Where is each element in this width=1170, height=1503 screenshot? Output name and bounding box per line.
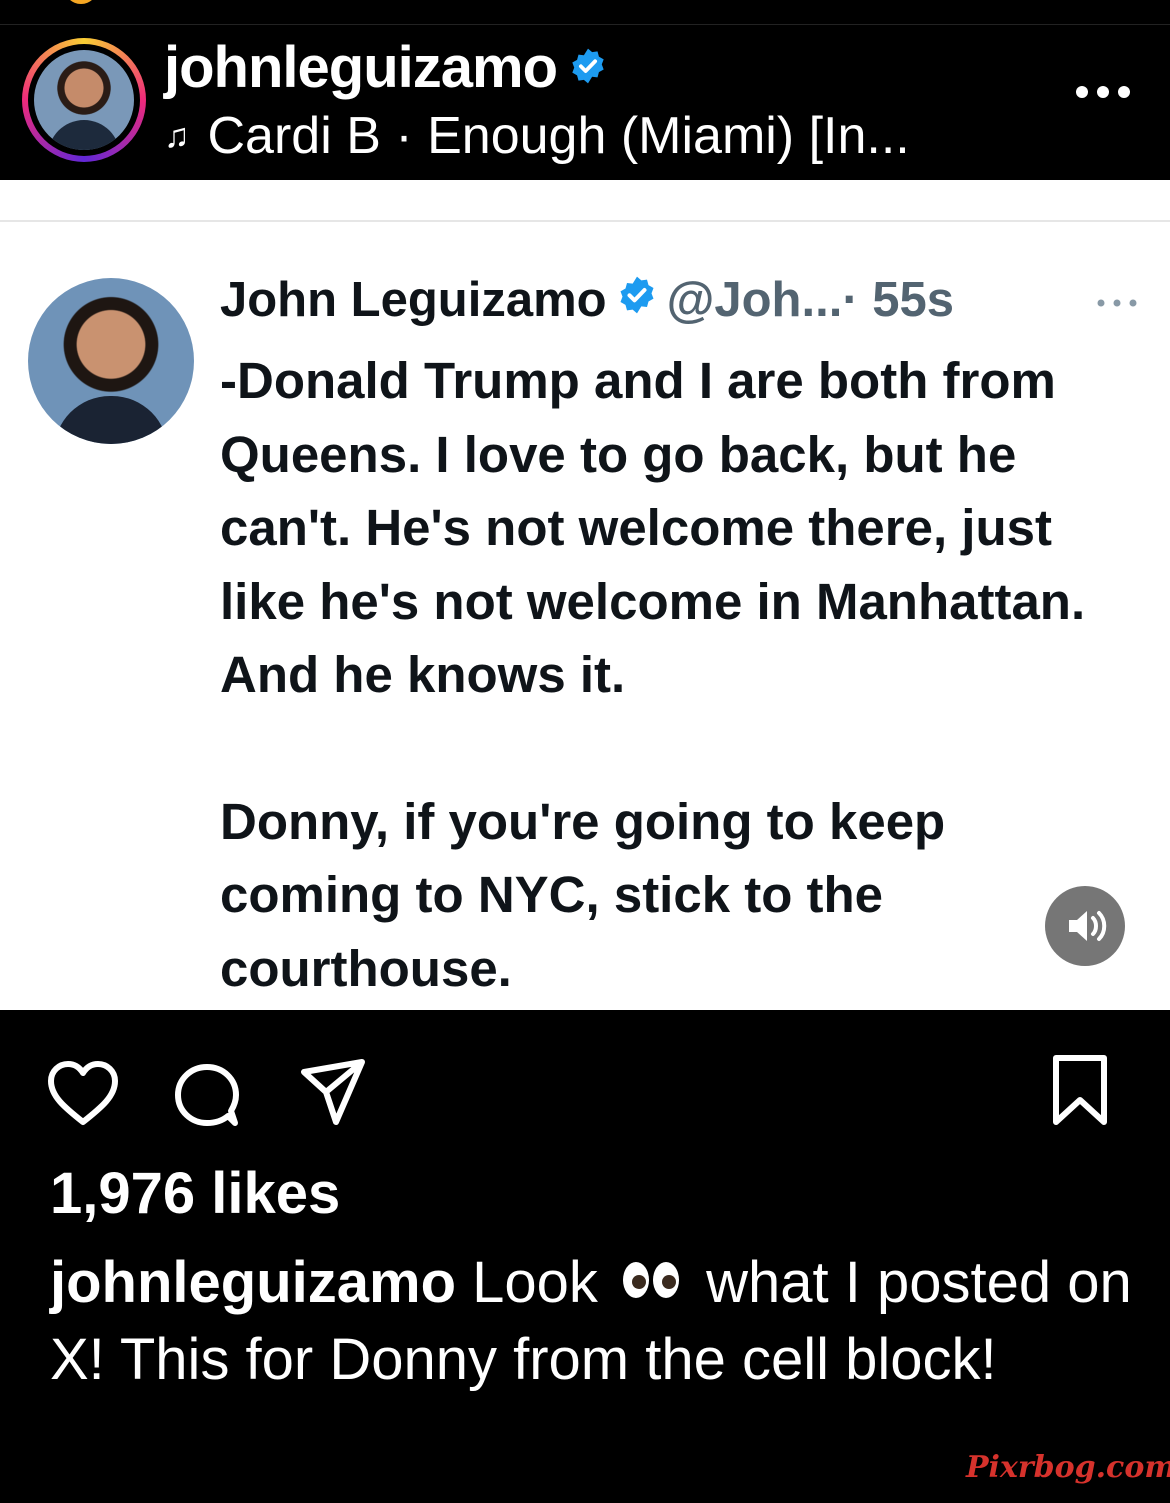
music-note-icon: ♫ (164, 117, 190, 155)
tweet-avatar (28, 278, 194, 444)
heart-icon[interactable] (46, 1060, 120, 1126)
speaker-icon (1069, 911, 1107, 941)
caption-text-1: Look (456, 1250, 598, 1315)
status-strip (0, 0, 1170, 25)
post-username[interactable]: johnleguizamo (164, 34, 607, 105)
tweet-more-icon (1097, 299, 1137, 307)
post-caption: johnleguizamo Look what I posted on X! T… (50, 1246, 1140, 1396)
verified-badge-icon (569, 32, 607, 99)
post-header: johnleguizamo ♫ Cardi B · Enough (Miami) … (0, 26, 1170, 180)
story-indicator (64, 0, 98, 4)
tweet-body: -Donald Trump and I are both from Queens… (220, 344, 1140, 1005)
mute-toggle-button[interactable] (1045, 886, 1125, 966)
tweet-author-name: John Leguizamo (220, 273, 607, 327)
profile-avatar[interactable] (22, 38, 146, 162)
likes-count[interactable]: 1,976 likes (50, 1160, 340, 1227)
action-bar (0, 1012, 1170, 1152)
bookmark-icon[interactable] (1050, 1052, 1110, 1128)
tweet-screenshot: John Leguizamo @Joh...· 55s -Donald Trum… (0, 180, 1170, 1010)
tweet-time: · 55s (842, 273, 955, 327)
divider (0, 220, 1170, 222)
post-username-text[interactable]: johnleguizamo (164, 35, 558, 100)
tweet-paragraph-2: Donny, if you're going to keep coming to… (220, 792, 946, 997)
more-icon[interactable] (1074, 84, 1132, 100)
eyes-emoji-icon (620, 1244, 684, 1317)
tweet-handle: @Joh... (666, 273, 843, 327)
music-track[interactable]: ♫ Cardi B · Enough (Miami) [In... (164, 106, 910, 166)
caption-username[interactable]: johnleguizamo (50, 1250, 456, 1315)
comment-icon[interactable] (172, 1060, 242, 1130)
watermark: Pixrbog.com (966, 1450, 1170, 1485)
share-icon[interactable] (298, 1056, 368, 1128)
tweet-verified-icon (617, 271, 657, 327)
music-track-label[interactable]: Cardi B · Enough (Miami) [In... (208, 107, 910, 165)
tweet-header: John Leguizamo @Joh...· 55s (220, 272, 954, 331)
tweet-paragraph-1: -Donald Trump and I are both from Queens… (220, 352, 1086, 703)
